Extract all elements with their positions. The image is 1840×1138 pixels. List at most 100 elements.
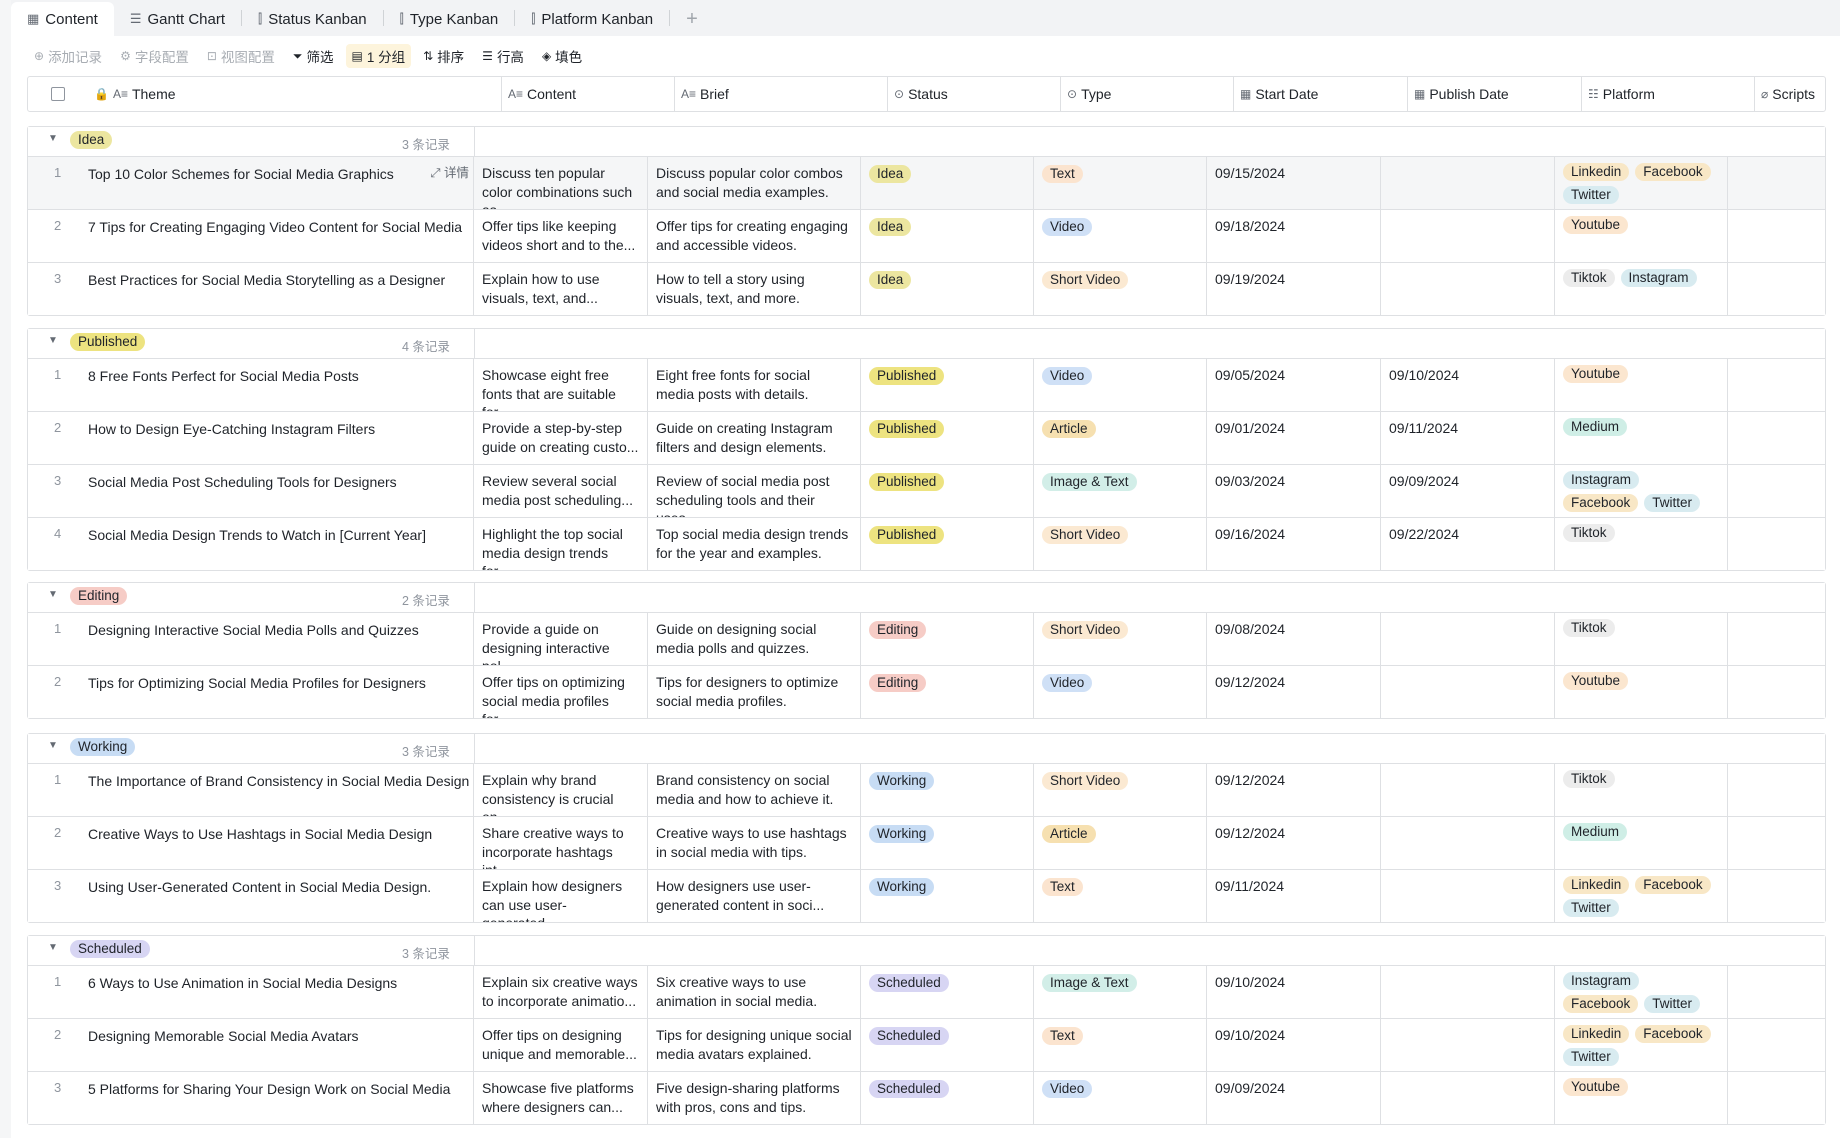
table-row[interactable]: 1 The Importance of Brand Consistency in … [28, 763, 1825, 816]
chevron-down-icon[interactable]: ▼ [48, 335, 58, 346]
type-cell[interactable]: Image & Text [1034, 465, 1207, 517]
table-row[interactable]: 1 Designing Interactive Social Media Poll… [28, 612, 1825, 665]
status-cell[interactable]: Editing [861, 666, 1034, 718]
status-cell[interactable]: Idea [861, 157, 1034, 209]
content-cell[interactable]: Offer tips like keeping videos short and… [474, 210, 648, 262]
content-cell[interactable]: Offer tips on designing unique and memor… [474, 1019, 648, 1071]
status-cell[interactable]: Published [861, 412, 1034, 464]
view-config-button[interactable]: ⊡ 视图配置 [201, 44, 281, 68]
platform-cell[interactable]: Medium [1555, 817, 1728, 869]
start-date-cell[interactable]: 09/12/2024 [1207, 666, 1381, 718]
status-cell[interactable]: Working [861, 817, 1034, 869]
table-row[interactable]: 2 Designing Memorable Social Media Avatar… [28, 1018, 1825, 1071]
type-cell[interactable]: Short Video [1034, 518, 1207, 570]
scripts-cell[interactable] [1728, 359, 1825, 411]
start-date-cell[interactable]: 09/18/2024 [1207, 210, 1381, 262]
type-cell[interactable]: Short Video [1034, 263, 1207, 315]
table-row[interactable]: 2 Tips for Optimizing Social Media Profil… [28, 665, 1825, 718]
platform-cell[interactable]: Youtube [1555, 1072, 1728, 1124]
type-cell[interactable]: Video [1034, 210, 1207, 262]
group-header[interactable]: ▼ Published 4 条记录 [28, 329, 1825, 358]
table-row[interactable]: 3 Best Practices for Social Media Storyte… [28, 262, 1825, 315]
brief-cell[interactable]: Guide on creating Instagram filters and … [648, 412, 861, 464]
expand-detail-button[interactable]: ⤢ 详情 [431, 164, 470, 183]
platform-cell[interactable]: Youtube [1555, 359, 1728, 411]
status-cell[interactable]: Published [861, 518, 1034, 570]
group-header[interactable]: ▼ Editing 2 条记录 [28, 583, 1825, 612]
platform-cell[interactable]: Linkedin Facebook Twitter [1555, 1019, 1728, 1071]
chevron-down-icon[interactable]: ▼ [48, 942, 58, 953]
column-header-type[interactable]: ⊙ Type [1061, 77, 1234, 111]
tab-status-kanban[interactable]: ⫿ Status Kanban [242, 2, 383, 36]
platform-cell[interactable]: Tiktok [1555, 613, 1728, 665]
group-header[interactable]: ▼ Idea 3 条记录 [28, 127, 1825, 156]
group-header[interactable]: ▼ Working 3 条记录 [28, 734, 1825, 763]
tab-content[interactable]: ▦ Content [11, 2, 114, 36]
theme-cell[interactable]: 2 How to Design Eye-Catching Instagram Fi… [28, 412, 474, 464]
add-record-button[interactable]: ⊕ 添加记录 [28, 44, 108, 68]
add-view-icon[interactable]: + [670, 2, 714, 36]
table-row[interactable]: 2 How to Design Eye-Catching Instagram Fi… [28, 411, 1825, 464]
publish-date-cell[interactable] [1381, 263, 1555, 315]
scripts-cell[interactable] [1728, 412, 1825, 464]
table-row[interactable]: 3 Using User-Generated Content in Social … [28, 869, 1825, 922]
type-cell[interactable]: Video [1034, 666, 1207, 718]
theme-cell[interactable]: 2 7 Tips for Creating Engaging Video Cont… [28, 210, 474, 262]
sort-button[interactable]: ⇅ 排序 [417, 44, 470, 68]
column-header-status[interactable]: ⊙ Status [888, 77, 1061, 111]
publish-date-cell[interactable] [1381, 1072, 1555, 1124]
brief-cell[interactable]: Offer tips for creating engaging and acc… [648, 210, 861, 262]
status-cell[interactable]: Idea [861, 210, 1034, 262]
platform-cell[interactable]: Instagram Facebook Twitter [1555, 465, 1728, 517]
brief-cell[interactable]: Tips for designing unique social media a… [648, 1019, 861, 1071]
brief-cell[interactable]: How designers use user-generated content… [648, 870, 861, 922]
start-date-cell[interactable]: 09/03/2024 [1207, 465, 1381, 517]
type-cell[interactable]: Image & Text [1034, 966, 1207, 1018]
chevron-down-icon[interactable]: ▼ [48, 589, 58, 600]
type-cell[interactable]: Article [1034, 817, 1207, 869]
brief-cell[interactable]: Creative ways to use hashtags in social … [648, 817, 861, 869]
publish-date-cell[interactable] [1381, 666, 1555, 718]
content-cell[interactable]: Provide a step-by-step guide on creating… [474, 412, 648, 464]
content-cell[interactable]: Showcase five platforms where designers … [474, 1072, 648, 1124]
theme-cell[interactable]: 3 5 Platforms for Sharing Your Design Wor… [28, 1072, 474, 1124]
table-row[interactable]: 4 Social Media Design Trends to Watch in … [28, 517, 1825, 570]
status-cell[interactable]: Scheduled [861, 1019, 1034, 1071]
platform-cell[interactable]: Linkedin Facebook Twitter [1555, 870, 1728, 922]
brief-cell[interactable]: Eight free fonts for social media posts … [648, 359, 861, 411]
theme-cell[interactable]: 1 Designing Interactive Social Media Poll… [28, 613, 474, 665]
brief-cell[interactable]: Five design-sharing platforms with pros,… [648, 1072, 861, 1124]
scripts-cell[interactable] [1728, 210, 1825, 262]
content-cell[interactable]: Discuss ten popular color combinations s… [474, 157, 648, 209]
column-header-content[interactable]: A≡ Content [502, 77, 675, 111]
theme-cell[interactable]: 1 8 Free Fonts Perfect for Social Media P… [28, 359, 474, 411]
status-cell[interactable]: Idea [861, 263, 1034, 315]
table-row[interactable]: 2 Creative Ways to Use Hashtags in Social… [28, 816, 1825, 869]
start-date-cell[interactable]: 09/01/2024 [1207, 412, 1381, 464]
scripts-cell[interactable] [1728, 966, 1825, 1018]
platform-cell[interactable]: Tiktok [1555, 518, 1728, 570]
status-cell[interactable]: Scheduled [861, 1072, 1034, 1124]
start-date-cell[interactable]: 09/05/2024 [1207, 359, 1381, 411]
scripts-cell[interactable] [1728, 263, 1825, 315]
scripts-cell[interactable] [1728, 1019, 1825, 1071]
type-cell[interactable]: Text [1034, 1019, 1207, 1071]
type-cell[interactable]: Article [1034, 412, 1207, 464]
brief-cell[interactable]: Brand consistency on social media and ho… [648, 764, 861, 816]
table-row[interactable]: 3 5 Platforms for Sharing Your Design Wor… [28, 1071, 1825, 1124]
content-cell[interactable]: Share creative ways to incorporate hasht… [474, 817, 648, 869]
platform-cell[interactable]: Youtube [1555, 210, 1728, 262]
scripts-cell[interactable] [1728, 1072, 1825, 1124]
status-cell[interactable]: Working [861, 764, 1034, 816]
content-cell[interactable]: Review several social media post schedul… [474, 465, 648, 517]
status-cell[interactable]: Published [861, 465, 1034, 517]
platform-cell[interactable]: Linkedin Facebook Twitter [1555, 157, 1728, 209]
brief-cell[interactable]: Six creative ways to use animation in so… [648, 966, 861, 1018]
column-header-scripts[interactable]: ⌀ Scripts [1755, 77, 1825, 111]
theme-cell[interactable]: 1 6 Ways to Use Animation in Social Media… [28, 966, 474, 1018]
publish-date-cell[interactable] [1381, 870, 1555, 922]
theme-cell[interactable]: 2 Creative Ways to Use Hashtags in Social… [28, 817, 474, 869]
column-header-publish-date[interactable]: ▦ Publish Date [1408, 77, 1582, 111]
theme-cell[interactable]: 1 The Importance of Brand Consistency in … [28, 764, 474, 816]
start-date-cell[interactable]: 09/12/2024 [1207, 764, 1381, 816]
